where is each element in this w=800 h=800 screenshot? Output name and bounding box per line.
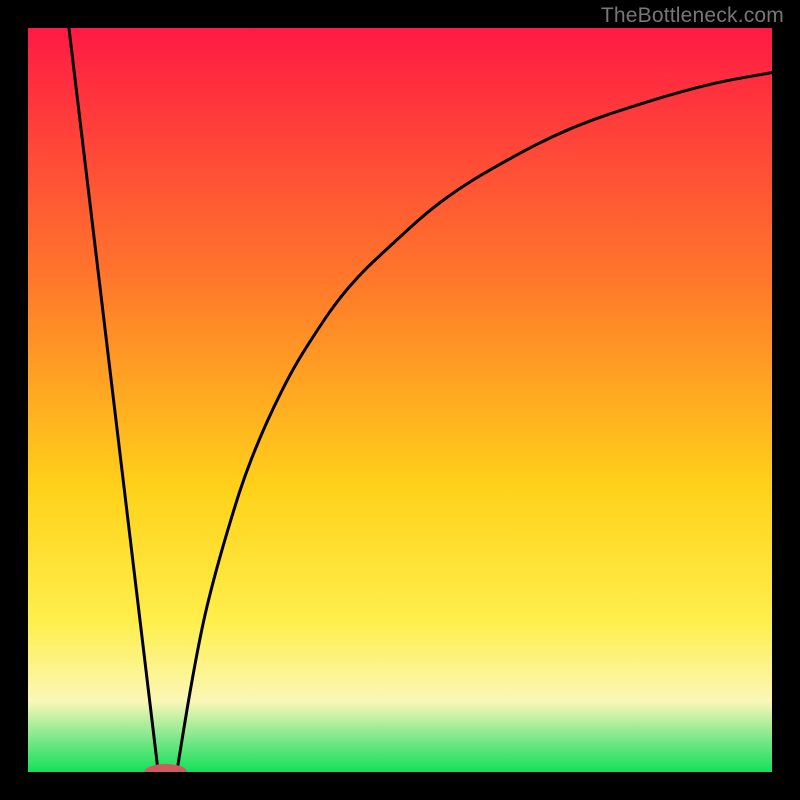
watermark-text: TheBottleneck.com — [601, 4, 784, 28]
outer-frame: TheBottleneck.com — [0, 0, 800, 800]
chart-svg — [28, 28, 772, 772]
gradient-background — [28, 28, 772, 772]
plot-area — [28, 28, 772, 772]
